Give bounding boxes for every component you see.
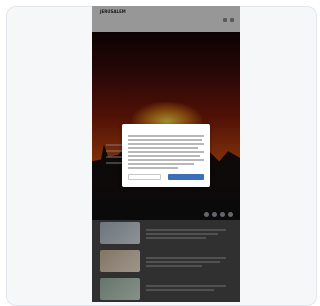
consent-body-text [128, 135, 204, 171]
consent-actions [128, 174, 204, 180]
accept-button[interactable] [168, 174, 204, 180]
manage-options-button[interactable] [128, 174, 161, 180]
cookie-consent-dialog [122, 124, 210, 187]
